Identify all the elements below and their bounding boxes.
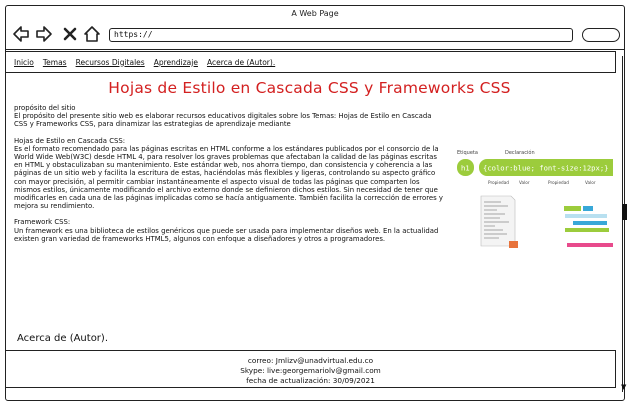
section-proposito: propósito del sitio El propósito del pre… xyxy=(14,104,444,129)
menu-item-recursos-digitales[interactable]: Recursos Digitales xyxy=(76,58,145,67)
menu-item-inicio[interactable]: Inicio xyxy=(14,58,34,67)
home-icon[interactable] xyxy=(83,25,101,43)
forward-arrow-icon[interactable] xyxy=(35,25,53,43)
section-body: El propósito del presente sitio web es e… xyxy=(14,112,432,129)
browser-toolbar: https:// xyxy=(6,22,624,50)
label-propiedad-2: Propiedad xyxy=(548,180,569,185)
section-body: Es el formato recomendado para las págin… xyxy=(14,144,443,211)
label-valor-1: Valor xyxy=(519,180,530,185)
section-heading: propósito del sitio xyxy=(14,104,76,112)
scroll-track[interactable] xyxy=(622,56,627,392)
footer: correo: Jmlizv@unadvirtual.edu.co Skype:… xyxy=(5,350,616,388)
menu-item-aprendizaje[interactable]: Aprendizaje xyxy=(154,58,198,67)
code-file-shape xyxy=(480,195,516,247)
light-blue-line xyxy=(565,214,607,218)
label-valor-2: Valor xyxy=(585,180,596,185)
search-input[interactable] xyxy=(582,28,620,42)
author-link[interactable]: Acerca de (Autor). xyxy=(17,333,108,344)
section-framework: Framework CSS: Un framework es una bibli… xyxy=(14,218,444,243)
window-title: A Web Page xyxy=(291,9,339,18)
menu-item-temas[interactable]: Temas xyxy=(43,58,67,67)
main-text: propósito del sitio El propósito del pre… xyxy=(14,104,444,251)
page-title: Hojas de Estilo en Cascada CSS y Framewo… xyxy=(108,79,511,97)
scroll-down-arrow-icon[interactable]: ▼ xyxy=(621,383,626,391)
label-etiqueta: Etiqueta xyxy=(457,150,478,156)
section-body: Un framework es una biblioteca de estilo… xyxy=(14,226,439,243)
label-declaracion: Declaración xyxy=(505,149,535,156)
section-heading: Framework CSS: xyxy=(14,218,71,227)
site-menu: Inicio Temas Recursos Digitales Aprendiz… xyxy=(5,51,616,73)
blue-block xyxy=(583,206,593,211)
section-heading: Hojas de Estilo en Cascada CSS: xyxy=(14,136,126,145)
menu-item-acerca-de-autor[interactable]: Acerca de (Autor). xyxy=(207,58,275,67)
scroll-thumb[interactable] xyxy=(622,204,627,220)
vertical-scrollbar[interactable]: ▼ xyxy=(621,56,628,392)
rule-text: {color:blue; font-size:12px;} xyxy=(483,164,609,173)
footer-update-date: fecha de actualización: 30/09/2021 xyxy=(246,376,375,385)
close-icon[interactable] xyxy=(61,25,79,43)
orange-tag-block xyxy=(509,241,518,248)
section-css: Hojas de Estilo en Cascada CSS: Es el fo… xyxy=(14,137,444,211)
blue-line xyxy=(573,221,607,225)
tag-text: h1 xyxy=(461,165,470,173)
page-content: Hojas de Estilo en Cascada CSS y Framewo… xyxy=(6,74,613,346)
css-syntax-illustration: Etiqueta Declaración h1 {color:blue; fon… xyxy=(457,149,613,248)
browser-window: A Web Page https:// Inicio Temas Recurso… xyxy=(5,5,628,401)
pink-line xyxy=(567,243,613,247)
footer-email: correo: Jmlizv@unadvirtual.edu.co xyxy=(247,356,374,365)
footer-skype: Skype: live:georgemariolv@gmail.com xyxy=(240,366,381,375)
url-input[interactable]: https:// xyxy=(109,28,573,42)
back-arrow-icon[interactable] xyxy=(12,25,30,43)
label-propiedad-1: Propiedad xyxy=(488,180,509,185)
green-line xyxy=(565,228,609,232)
green-block xyxy=(564,206,581,211)
